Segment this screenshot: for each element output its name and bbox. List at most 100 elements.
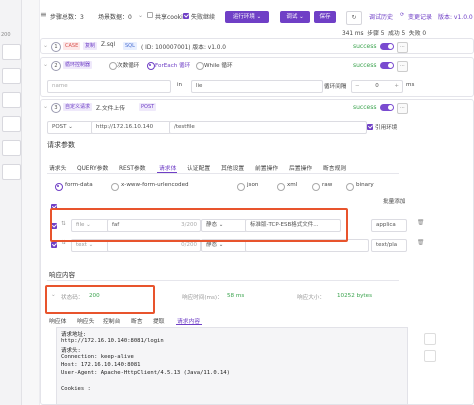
tab-body[interactable]: 请求体: [159, 163, 176, 172]
stat-fail: 失败 0: [408, 31, 427, 37]
tab-resp-headers[interactable]: 响应头: [77, 316, 94, 325]
collapse-icon[interactable]: ⌄: [43, 103, 48, 110]
row-content-type[interactable]: text/pla: [371, 239, 407, 252]
body-formdata-label: form-data: [65, 182, 93, 188]
more-icon[interactable]: ⋯: [397, 42, 408, 53]
minus-icon[interactable]: −: [352, 81, 360, 91]
step-index: 1: [51, 42, 61, 52]
tab-query[interactable]: QUERY参数: [77, 163, 108, 172]
step-index: 2: [51, 61, 61, 71]
delete-icon[interactable]: 🗑: [417, 240, 424, 246]
ref-env-checkbox[interactable]: [367, 124, 373, 130]
console-line: User-Agent: Apache-HttpClient/4.5.13 (Ja…: [61, 370, 230, 376]
chevron-down-icon[interactable]: ⌄: [138, 12, 143, 19]
tab-post[interactable]: 后置操作: [289, 163, 312, 172]
rail-tab[interactable]: [2, 140, 21, 156]
left-rail: 200: [0, 0, 22, 405]
loop-var-input[interactable]: name: [47, 80, 171, 93]
loop-count-radio[interactable]: [109, 62, 117, 70]
refresh-icon[interactable]: ↻: [346, 11, 362, 25]
tab-auth[interactable]: 认证配置: [187, 163, 210, 172]
change-record-link[interactable]: 变更记录: [408, 12, 432, 21]
enable-toggle[interactable]: [380, 43, 394, 50]
step-index: 3: [51, 103, 61, 113]
copy-tag[interactable]: 复制: [83, 42, 98, 50]
body-json-label: json: [247, 182, 259, 188]
method-select[interactable]: POST ⌄: [47, 121, 93, 134]
collapse-icon[interactable]: ⌄: [43, 61, 48, 68]
loop-foreach-radio[interactable]: [147, 62, 155, 70]
request-content-console[interactable]: 请求地址: http://172.16.10.140:8081/login 请求…: [56, 327, 408, 405]
rail-tab[interactable]: [2, 116, 21, 132]
console-line: 请求地址:: [61, 332, 87, 338]
loop-while-label: While 循环: [204, 63, 233, 69]
step-card-2[interactable]: ⌄ 2 循环控制器 次数循环 ForEach 循环 While 循环 succe…: [40, 57, 474, 97]
step-status: success: [353, 62, 377, 69]
delete-icon[interactable]: 🗑: [417, 220, 424, 226]
divider: [47, 280, 399, 281]
run-env-button[interactable]: 运行环境 ⌄: [225, 11, 269, 23]
body-xml-radio[interactable]: [277, 183, 285, 191]
debug-history-link[interactable]: 调试历史: [369, 12, 393, 21]
copy-icon[interactable]: [424, 333, 436, 345]
body-json-radio[interactable]: [237, 183, 245, 191]
body-formdata-radio[interactable]: [55, 183, 63, 191]
divider: [47, 173, 399, 174]
tab-rest[interactable]: REST参数: [119, 163, 146, 172]
tab-assertions[interactable]: 断言: [131, 316, 143, 325]
toolbar: ≡ 步骤总数：3 场景数据：0 ⌄ 共享cookie 失败继续 运行环境 ⌄ 调…: [40, 8, 474, 26]
tab-extract[interactable]: 提取: [153, 316, 165, 325]
tab-headers[interactable]: 请求头: [49, 163, 66, 172]
body-urlencoded-label: x-www-form-urlencoded: [121, 182, 189, 188]
collapse-icon[interactable]: ⌄: [43, 42, 48, 49]
loop-count-label: 次数循环: [117, 63, 140, 69]
rail-tab[interactable]: [2, 164, 21, 180]
path-input[interactable]: /testfile: [169, 121, 367, 134]
active-tab-underline: [176, 324, 202, 325]
batch-edit-link[interactable]: 批量添加: [383, 197, 405, 205]
loop-while-radio[interactable]: [196, 62, 204, 70]
step-card-1[interactable]: ⌄ 1 CASE 复制 Z.sql SQL ( ID: 100007001) 版…: [40, 38, 474, 54]
sql-tag: SQL: [123, 42, 137, 50]
menu-icon[interactable]: ≡: [40, 10, 47, 19]
more-icon[interactable]: ⋯: [397, 61, 408, 72]
tab-pre[interactable]: 前置操作: [255, 163, 278, 172]
enable-toggle[interactable]: [380, 62, 394, 69]
fail-continue-checkbox[interactable]: [183, 13, 189, 19]
tab-assert[interactable]: 断言规则: [323, 163, 346, 172]
rail-tab[interactable]: [2, 68, 21, 84]
tab-other[interactable]: 其他设置: [221, 163, 244, 172]
row-content-type[interactable]: applica: [371, 219, 407, 232]
stat-time: 341 ms: [342, 31, 364, 37]
body-raw-radio[interactable]: [312, 183, 320, 191]
tab-console[interactable]: 控制台: [103, 316, 120, 325]
step-id: ( ID: 100007001) 版本: v1.0.0: [141, 45, 226, 51]
run-stats: 341 ms 步骤 5 成功 5 失败 0: [342, 28, 426, 37]
console-line: Connection: keep-alive: [61, 354, 134, 360]
rail-number: 200: [1, 32, 11, 38]
host-input[interactable]: http://172.16.10.140: [91, 121, 171, 134]
row-checkbox[interactable]: [51, 242, 57, 248]
console-line: 请求头:: [61, 348, 81, 354]
rail-tab[interactable]: [2, 92, 21, 108]
rail-tab[interactable]: [2, 44, 21, 60]
body-xml-label: xml: [287, 182, 298, 188]
expand-icon[interactable]: [424, 350, 436, 362]
body-binary-radio[interactable]: [346, 183, 354, 191]
plus-icon[interactable]: +: [394, 81, 402, 91]
side-strip: [22, 0, 40, 405]
step-name: Z.文件上传: [96, 106, 126, 112]
step-status: success: [353, 104, 377, 111]
share-cookie-checkbox[interactable]: [147, 12, 153, 18]
interval-input[interactable]: −0 +: [351, 80, 403, 93]
ref-env-label: 引用环境: [375, 125, 398, 131]
debug-button[interactable]: 调试 ⌄: [280, 11, 310, 23]
share-cookie-label: 共享cookie: [155, 14, 187, 21]
enable-toggle[interactable]: [380, 104, 394, 111]
tab-resp-body[interactable]: 响应体: [49, 316, 66, 325]
more-icon[interactable]: ⋯: [397, 103, 408, 114]
scene-data: 场景数据：0: [98, 14, 132, 21]
loop-source-input[interactable]: lie: [191, 80, 323, 93]
body-urlencoded-radio[interactable]: [111, 183, 119, 191]
save-button[interactable]: 保存: [314, 11, 336, 23]
